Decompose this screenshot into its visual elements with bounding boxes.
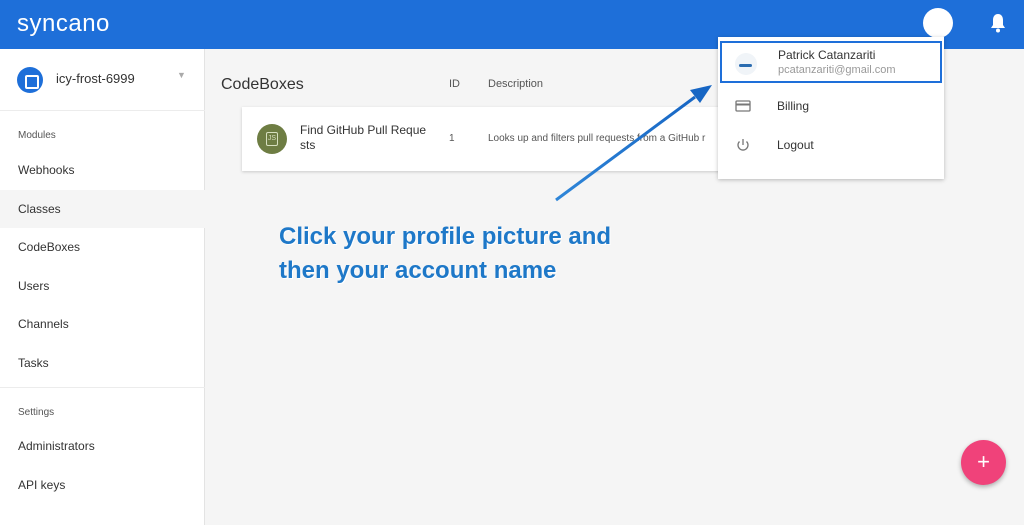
- sidebar-item-channels[interactable]: Channels: [0, 305, 205, 343]
- account-name: Patrick Catanzariti: [778, 48, 876, 62]
- codebox-id: 1: [449, 133, 455, 144]
- page-title: CodeBoxes: [221, 76, 304, 93]
- syncano-logo[interactable]: syncano: [17, 10, 110, 38]
- codebox-js-icon: JS: [257, 124, 287, 154]
- settings-heading: Settings: [18, 407, 55, 418]
- sidebar-divider: [0, 387, 205, 388]
- chevron-down-icon: ▼: [177, 70, 186, 80]
- sidebar-item-classes[interactable]: Classes: [0, 190, 205, 228]
- instance-selector[interactable]: icy-frost-6999 ▼: [0, 49, 205, 111]
- codebox-description: Looks up and filters pull requests from …: [488, 133, 706, 144]
- notifications-bell-icon[interactable]: [989, 12, 1007, 34]
- billing-menu-item[interactable]: Billing: [718, 87, 944, 125]
- profile-picture-button[interactable]: [923, 8, 953, 38]
- sidebar-item-api-keys[interactable]: API keys: [0, 466, 205, 504]
- instruction-annotation: Click your profile picture and then your…: [279, 223, 612, 284]
- add-codebox-button[interactable]: +: [961, 440, 1006, 485]
- account-name-item[interactable]: Patrick Catanzariti pcatanzariti@gmail.c…: [720, 41, 942, 83]
- account-email: pcatanzariti@gmail.com: [778, 64, 896, 76]
- codebox-name: Find GitHub Pull Reque sts: [300, 123, 427, 152]
- power-icon: [737, 139, 749, 151]
- instance-name: icy-frost-6999: [56, 71, 135, 86]
- sidebar-item-tasks[interactable]: Tasks: [0, 344, 205, 382]
- credit-card-icon: [735, 100, 751, 112]
- sidebar: icy-frost-6999 ▼ Modules Webhooks Classe…: [0, 49, 205, 525]
- sidebar-item-administrators[interactable]: Administrators: [0, 427, 205, 465]
- column-header-description: Description: [488, 78, 544, 90]
- avatar: [735, 53, 757, 75]
- logout-menu-item[interactable]: Logout: [718, 126, 944, 164]
- sidebar-item-users[interactable]: Users: [0, 267, 205, 305]
- table-row[interactable]: JS Find GitHub Pull Reque sts 1 Looks up…: [242, 107, 732, 171]
- account-dropdown: Patrick Catanzariti pcatanzariti@gmail.c…: [718, 37, 944, 179]
- sidebar-item-webhooks[interactable]: Webhooks: [0, 151, 205, 189]
- column-header-id: ID: [449, 78, 460, 90]
- sidebar-item-codeboxes[interactable]: CodeBoxes: [0, 228, 205, 266]
- instance-icon: [17, 67, 43, 93]
- modules-heading: Modules: [18, 130, 56, 141]
